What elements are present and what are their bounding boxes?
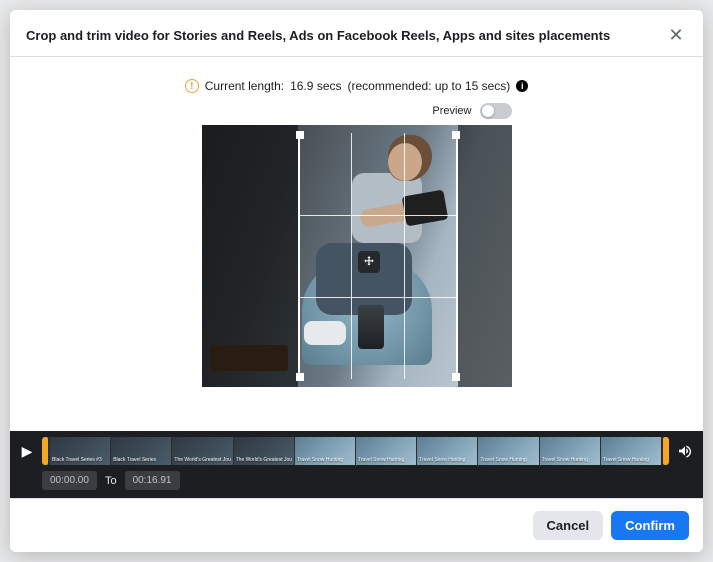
time-to-input[interactable]: 00:16.91 [125, 471, 180, 490]
timeline-thumb[interactable]: Travel Snow Hunting [417, 437, 477, 465]
confirm-button[interactable]: Confirm [611, 511, 689, 540]
length-prefix: Current length: [205, 79, 284, 93]
modal-header: Crop and trim video for Stories and Reel… [10, 10, 703, 57]
preview-toggle-row: Preview [202, 103, 512, 119]
crop-handle-tr[interactable] [452, 131, 460, 139]
warning-icon: ! [185, 79, 199, 93]
timeline-thumb[interactable]: Travel Snow Hunting [478, 437, 538, 465]
crop-move-button[interactable] [358, 251, 380, 273]
timeline-bar: ▶ Black Travel Series #3 Black Travel Se… [10, 431, 703, 498]
timeline-thumb[interactable]: Travel Snow Hunting [540, 437, 600, 465]
crop-handle-br[interactable] [452, 373, 460, 381]
play-button[interactable]: ▶ [20, 443, 34, 460]
volume-button[interactable] [677, 443, 693, 459]
toggle-knob [482, 105, 494, 117]
crop-dim-left [202, 125, 298, 387]
crop-dim-right [458, 125, 512, 387]
length-recommended: (recommended: up to 15 secs) [348, 79, 511, 93]
trim-handle-start[interactable] [42, 437, 48, 465]
preview-label: Preview [432, 105, 471, 117]
info-icon[interactable]: i [516, 80, 528, 92]
modal-body: ! Current length: 16.9 secs (recommended… [10, 57, 703, 431]
trim-handle-end[interactable] [663, 437, 669, 465]
timeline-thumb[interactable]: The World's Greatest Journey [234, 437, 294, 465]
crop-handle-bl[interactable] [296, 373, 304, 381]
crop-trim-modal: Crop and trim video for Stories and Reel… [10, 10, 703, 552]
timeline-thumb[interactable]: Travel Snow Hunting [601, 437, 661, 465]
crop-frame-edge-right[interactable] [456, 133, 458, 379]
close-icon: ✕ [668, 26, 683, 44]
move-icon [362, 255, 376, 269]
timeline-thumb[interactable]: Black Travel Series #3 [50, 437, 110, 465]
time-input-row: 00:00.00 To 00:16.91 [20, 471, 693, 490]
close-button[interactable]: ✕ [665, 24, 687, 46]
crop-handle-tl[interactable] [296, 131, 304, 139]
modal-footer: Cancel Confirm [10, 498, 703, 552]
timeline-thumbs: Black Travel Series #3 Black Travel Seri… [50, 437, 661, 465]
volume-icon [677, 443, 693, 459]
play-icon: ▶ [22, 443, 33, 459]
timeline-row: ▶ Black Travel Series #3 Black Travel Se… [20, 437, 693, 465]
timeline-thumb[interactable]: Black Travel Series [111, 437, 171, 465]
crop-frame-edge-left[interactable] [298, 133, 300, 379]
timeline-track[interactable]: Black Travel Series #3 Black Travel Seri… [42, 437, 669, 465]
timeline-thumb[interactable]: The World's Greatest Journey [172, 437, 232, 465]
length-info-row: ! Current length: 16.9 secs (recommended… [185, 79, 529, 93]
video-crop-stage[interactable] [202, 125, 512, 387]
time-to-label: To [105, 475, 117, 487]
cancel-button[interactable]: Cancel [533, 511, 604, 540]
length-value: 16.9 secs [290, 79, 341, 93]
time-from-input[interactable]: 00:00.00 [42, 471, 97, 490]
timeline-thumb[interactable]: Travel Snow Hunting [356, 437, 416, 465]
modal-title: Crop and trim video for Stories and Reel… [26, 28, 610, 43]
preview-toggle[interactable] [480, 103, 512, 119]
timeline-thumb[interactable]: Travel Snow Hunting [295, 437, 355, 465]
